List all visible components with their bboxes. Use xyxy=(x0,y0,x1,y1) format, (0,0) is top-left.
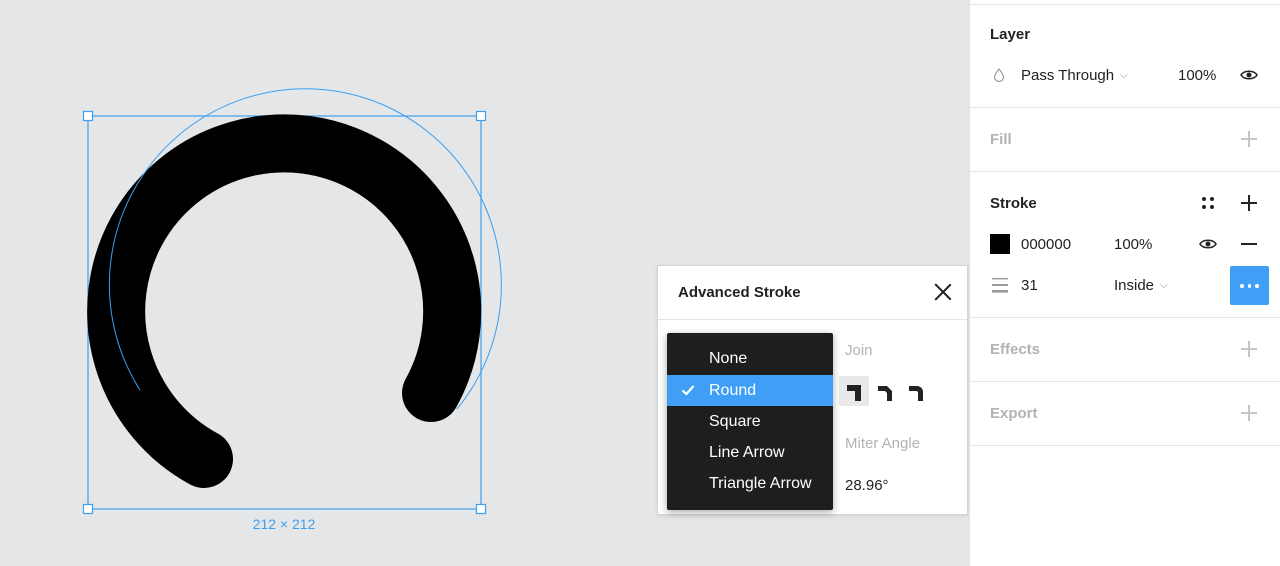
add-effect-plus-icon[interactable] xyxy=(1241,341,1257,357)
drop-icon xyxy=(993,68,1005,82)
blend-mode-select[interactable]: Pass Through xyxy=(1021,67,1114,84)
menu-item-line-arrow[interactable]: Line Arrow xyxy=(667,437,833,468)
resize-handle-bottom-left[interactable] xyxy=(82,503,94,515)
export-section: Export xyxy=(970,381,1280,446)
layer-opacity[interactable]: 100% xyxy=(1178,67,1216,84)
miter-join-icon[interactable] xyxy=(839,376,869,406)
bevel-join-icon[interactable] xyxy=(870,376,900,406)
dialog-title: Advanced Stroke xyxy=(678,284,801,301)
more-icon-dot xyxy=(1255,284,1259,288)
resize-handle-top-left[interactable] xyxy=(82,110,94,122)
style-grid-icon[interactable] xyxy=(1201,196,1215,210)
layer-title: Layer xyxy=(990,26,1031,43)
arc-shape[interactable] xyxy=(87,114,482,488)
dialog-header: Advanced Stroke xyxy=(658,266,967,320)
stroke-color-swatch[interactable] xyxy=(990,234,1010,254)
effects-section: Effects xyxy=(970,317,1280,382)
fill-title: Fill xyxy=(990,131,1012,148)
menu-item-square[interactable]: Square xyxy=(667,406,833,437)
chevron-down-icon[interactable]: ⌵ xyxy=(1160,280,1168,291)
stroke-cap-menu: None Round Square Line Arrow Triangle Ar… xyxy=(667,333,833,510)
round-join-icon[interactable] xyxy=(901,376,931,406)
miter-angle-label: Miter Angle xyxy=(845,435,921,452)
eye-icon[interactable] xyxy=(1199,238,1217,250)
effects-title: Effects xyxy=(990,341,1041,358)
check-icon xyxy=(681,385,695,396)
stroke-weight-icon xyxy=(992,278,1008,293)
stroke-title: Stroke xyxy=(990,195,1037,212)
layer-section: Layer Pass Through ⌵ 100% xyxy=(970,5,1280,108)
advanced-stroke-button[interactable] xyxy=(1230,266,1269,305)
stroke-opacity[interactable]: 100% xyxy=(1114,236,1152,253)
stroke-weight-input[interactable]: 31 xyxy=(1021,277,1038,294)
fill-section: Fill xyxy=(970,107,1280,172)
resize-handle-bottom-right[interactable] xyxy=(475,503,487,515)
stroke-color-hex[interactable]: 000000 xyxy=(1021,236,1071,253)
chevron-down-icon[interactable]: ⌵ xyxy=(1120,70,1128,81)
remove-stroke-minus-icon[interactable] xyxy=(1241,236,1257,252)
add-fill-plus-icon[interactable] xyxy=(1241,131,1257,147)
stroke-position-select[interactable]: Inside xyxy=(1114,277,1154,294)
resize-handle-top-right[interactable] xyxy=(475,110,487,122)
menu-item-none[interactable]: None xyxy=(667,343,833,374)
selection-size-label: 212 × 212 xyxy=(252,516,316,532)
more-icon-dot xyxy=(1247,284,1251,288)
more-icon xyxy=(1240,284,1244,288)
properties-panel: Layer Pass Through ⌵ 100% Fill Stroke 00… xyxy=(969,0,1280,566)
menu-item-label: Round xyxy=(709,382,757,399)
export-title: Export xyxy=(990,405,1038,422)
miter-angle-input[interactable]: 28.96° xyxy=(845,477,889,494)
eye-icon[interactable] xyxy=(1240,69,1258,81)
menu-item-round[interactable]: Round xyxy=(667,375,833,406)
close-icon[interactable] xyxy=(934,283,952,301)
add-export-plus-icon[interactable] xyxy=(1241,405,1257,421)
join-label: Join xyxy=(845,342,873,359)
add-stroke-plus-icon[interactable] xyxy=(1241,195,1257,211)
menu-item-triangle-arrow[interactable]: Triangle Arrow xyxy=(667,468,833,499)
